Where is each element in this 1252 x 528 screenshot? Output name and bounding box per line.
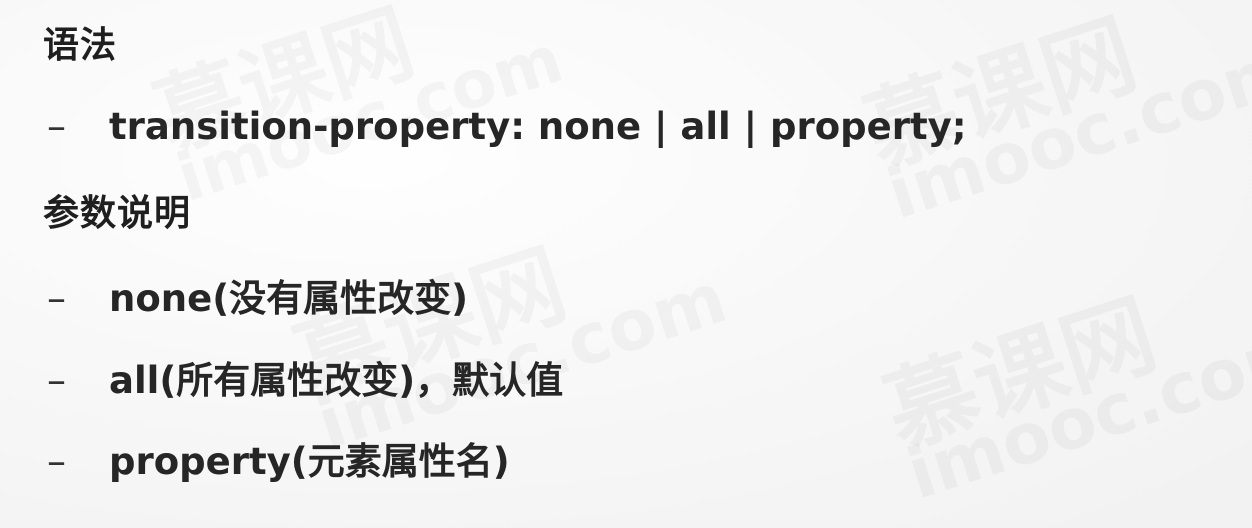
bullet-dash: –: [47, 358, 66, 402]
param-item-none: – none(没有属性改变): [47, 276, 468, 320]
bullet-dash: –: [47, 439, 66, 483]
syntax-heading: 语法: [43, 25, 118, 66]
bullet-dash: –: [47, 276, 66, 320]
params-heading: 参数说明: [43, 193, 192, 234]
slide: 慕课网 imooc.com 慕课网 imooc.com 慕课网 imooc.co…: [0, 0, 1252, 528]
syntax-text: transition-property: none | all | proper…: [109, 104, 967, 148]
param-text: property(元素属性名): [109, 439, 510, 483]
syntax-item: – transition-property: none | all | prop…: [47, 104, 967, 148]
param-item-property: – property(元素属性名): [47, 439, 510, 483]
param-item-all: – all(所有属性改变)，默认值: [47, 358, 563, 402]
bullet-dash: –: [47, 104, 66, 148]
param-text: all(所有属性改变)，默认值: [109, 358, 564, 402]
slide-content: 语法 – transition-property: none | all | p…: [0, 0, 1252, 528]
param-text: none(没有属性改变): [109, 276, 469, 320]
